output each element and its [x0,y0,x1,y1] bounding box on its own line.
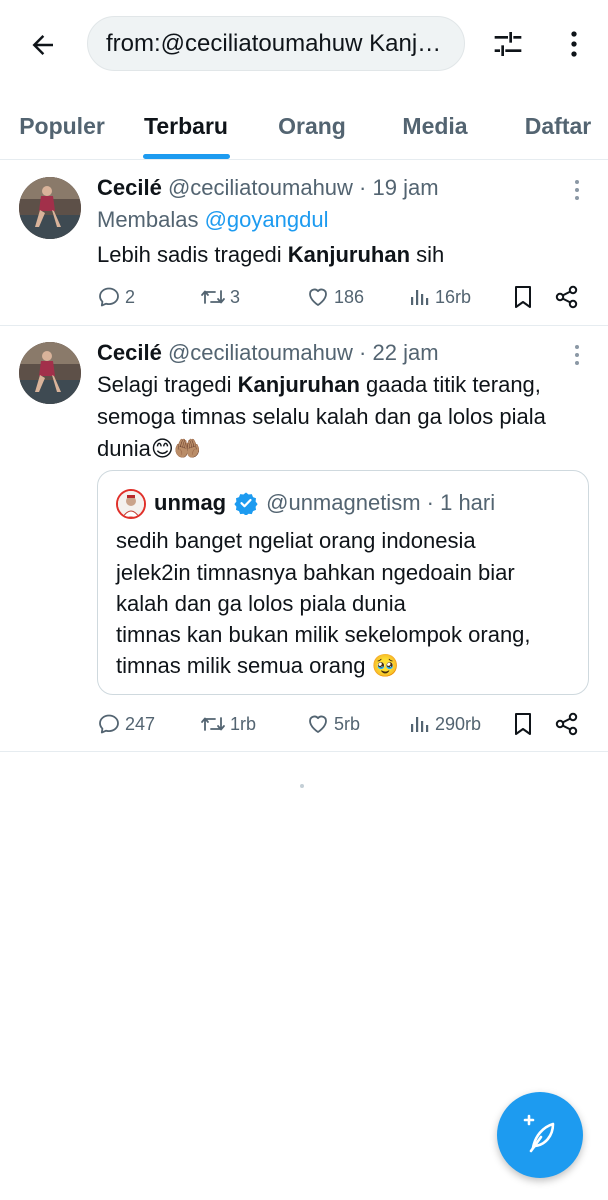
verified-badge-icon [234,492,258,515]
quoted-avatar-image [118,491,144,517]
bookmark-icon [515,713,531,735]
timestamp[interactable]: 19 jam [373,175,439,200]
quoted-tweet[interactable]: unmag @unmagnetism · 1 hari sedih banget… [97,470,589,695]
views-icon [411,290,429,305]
views-count: 290rb [435,713,482,734]
author-name[interactable]: Cecilé [97,340,162,365]
retweet-icon [201,290,225,304]
tweet-menu-button[interactable] [566,175,588,205]
reply-prefix: Membalas [97,207,205,232]
tweet-text-part: Selagi tragedi [97,372,238,397]
quoted-avatar[interactable] [116,489,146,519]
tweet-actions: 2 3 186 16rb [97,282,587,312]
views-button[interactable]: 16rb [409,282,471,312]
tweet-text-line: semoga timnas selalu kalah dan ga lolos … [97,404,546,429]
quoted-timestamp: 1 hari [440,490,496,515]
tab-orang[interactable]: Orang [262,92,362,160]
tweet-text-line: Selagi tragedi Kanjuruhan gaada titik te… [97,369,541,401]
tweet-text-part: gaada titik terang, [359,372,541,397]
author-handle[interactable]: @ceciliatoumahuw [168,340,353,365]
reply-icon [99,287,119,307]
reply-count: 247 [125,713,156,734]
share-button[interactable] [554,282,580,312]
reply-button[interactable]: 2 [97,282,135,312]
like-button[interactable]: 186 [306,282,364,312]
reply-context: Membalas @goyangdul [97,204,328,236]
search-tabs: Populer Terbaru Orang Media Daftar [0,92,608,160]
compose-button[interactable] [497,1092,583,1178]
filter-button[interactable] [486,22,530,66]
views-count: 16rb [435,286,472,307]
tab-populer[interactable]: Populer [8,92,116,160]
tweet-text-highlight: Kanjuruhan [287,242,411,267]
separator: · [352,340,373,365]
tweet-header: Cecilé @ceciliatoumahuw · 19 jam [97,175,439,201]
bookmark-icon [515,286,531,308]
tab-daftar[interactable]: Daftar [508,92,608,160]
share-icon [555,285,578,309]
tweet-menu-button[interactable] [566,340,588,370]
retweet-icon [201,717,225,731]
share-icon [555,712,578,736]
quoted-text-line: timnas kan bukan milik sekelompok orang, [116,622,531,647]
reply-icon [99,714,119,734]
more-vertical-icon [571,31,577,57]
reply-count: 2 [125,286,136,307]
sliders-icon [494,32,522,56]
avatar-image [19,177,81,239]
reply-mention-link[interactable]: @goyangdul [205,207,329,232]
more-options-button[interactable] [552,22,596,66]
back-button[interactable] [22,24,64,66]
like-button[interactable]: 5rb [306,709,360,739]
heart-icon [309,715,327,733]
like-count: 186 [334,286,365,307]
quoted-author-name[interactable]: unmag [154,490,226,516]
separator: · [420,490,441,515]
tweet[interactable]: Cecilé @ceciliatoumahuw · 19 jam Membala… [0,161,608,326]
heart-icon [309,288,327,306]
search-query: from:@ceciliatoumahuw Kanjuruhan [106,29,446,57]
retweet-count: 3 [230,286,241,307]
tab-media[interactable]: Media [385,92,485,160]
retweet-button[interactable]: 1rb [200,709,256,739]
quoted-text-line: sedih banget ngeliat orang indonesia [116,528,476,553]
quoted-header: unmag @unmagnetism · 1 hari [154,490,495,516]
separator: · [352,175,373,200]
tweet-header: Cecilé @ceciliatoumahuw · 22 jam [97,340,439,366]
quoted-text-line: timnas milik semua orang 🥹 [116,653,399,678]
quoted-author-handle[interactable]: @unmagnetism [266,490,420,515]
author-handle[interactable]: @ceciliatoumahuw [168,175,353,200]
retweet-count: 1rb [230,713,257,734]
tweet[interactable]: Cecilé @ceciliatoumahuw · 22 jam Selagi … [0,326,608,752]
bookmark-button[interactable] [511,282,535,312]
tweet-text-part: sih [410,242,445,267]
avatar[interactable] [19,177,81,239]
quoted-text-line: kalah dan ga lolos piala dunia [116,591,406,616]
tab-terbaru[interactable]: Terbaru [130,92,242,160]
arrow-left-icon [32,35,53,55]
tweet-text-highlight: Kanjuruhan [237,372,360,397]
views-button[interactable]: 290rb [409,709,481,739]
tweet-actions: 247 1rb 5rb 290rb [97,709,587,739]
search-input[interactable]: from:@ceciliatoumahuw Kanjuruhan [87,16,465,71]
reply-button[interactable]: 247 [97,709,155,739]
feather-plus-icon [523,1114,555,1153]
views-icon [411,717,429,732]
retweet-button[interactable]: 3 [200,282,240,312]
share-button[interactable] [554,709,580,739]
loading-indicator [300,784,304,788]
like-count: 5rb [334,713,361,734]
author-name[interactable]: Cecilé [97,175,162,200]
tweet-text: Lebih sadis tragedi Kanjuruhan sih [97,239,444,271]
timestamp[interactable]: 22 jam [373,340,439,365]
bookmark-button[interactable] [511,709,535,739]
top-bar: from:@ceciliatoumahuw Kanjuruhan [0,0,608,88]
quoted-text-line: jelek2in timnasnya bahkan ngedoain biar [116,560,515,585]
active-tab-indicator [143,154,230,159]
tweet-text-line: dunia😊🤲🏽 [97,436,202,461]
avatar[interactable] [19,342,81,404]
tweet-text-part: Lebih sadis tragedi [97,242,288,267]
avatar-image [19,342,81,404]
